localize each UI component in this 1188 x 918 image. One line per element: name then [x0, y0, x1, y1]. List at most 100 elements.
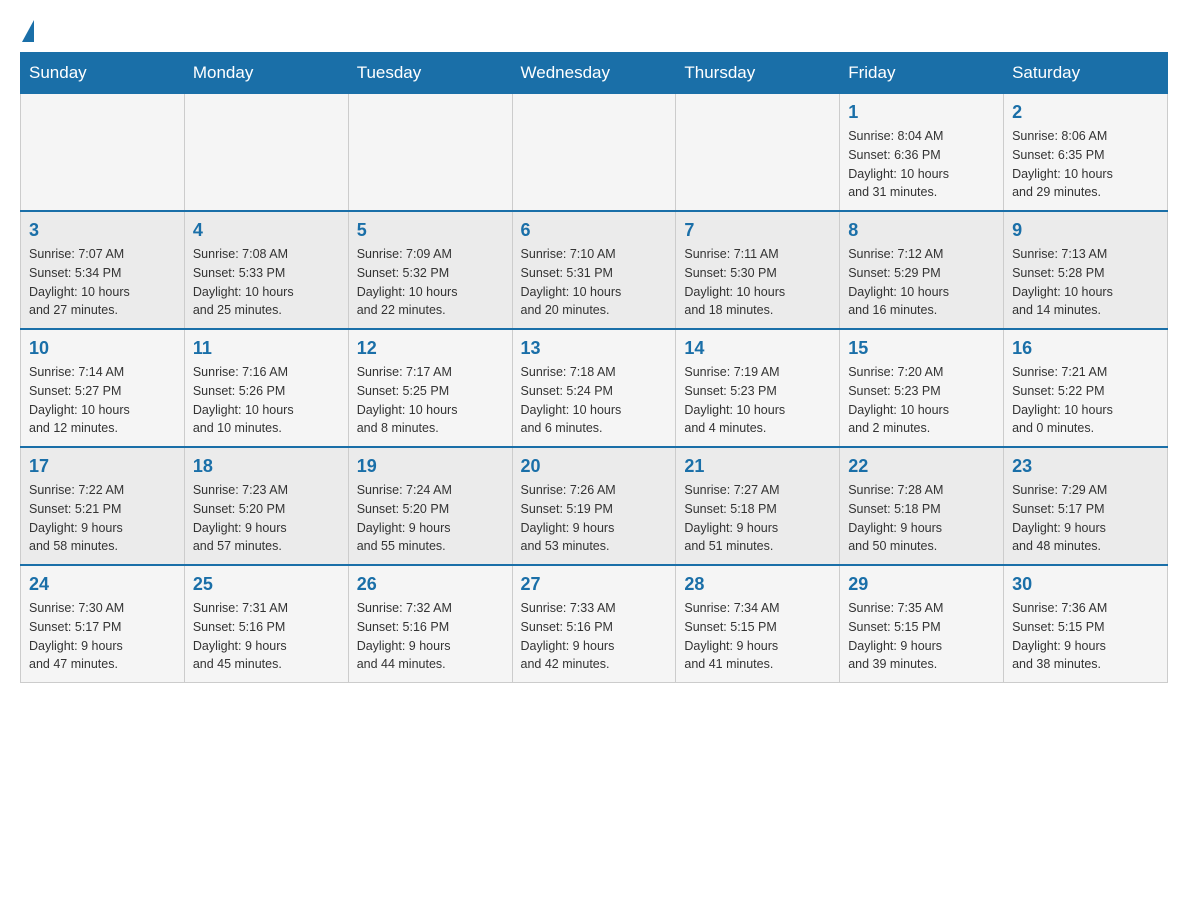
day-info: Sunrise: 7:36 AM Sunset: 5:15 PM Dayligh…: [1012, 599, 1159, 674]
calendar-week-row: 3 Sunrise: 7:07 AM Sunset: 5:34 PM Daylig…: [21, 211, 1168, 329]
calendar-week-row: 24 Sunrise: 7:30 AM Sunset: 5:17 PM Dayli…: [21, 565, 1168, 683]
day-number: 11: [193, 338, 340, 359]
calendar-cell: 29 Sunrise: 7:35 AM Sunset: 5:15 PM Dayli…: [840, 565, 1004, 683]
day-info: Sunrise: 7:10 AM Sunset: 5:31 PM Dayligh…: [521, 245, 668, 320]
calendar-cell: [348, 94, 512, 212]
day-info: Sunrise: 7:20 AM Sunset: 5:23 PM Dayligh…: [848, 363, 995, 438]
day-number: 17: [29, 456, 176, 477]
day-info: Sunrise: 7:24 AM Sunset: 5:20 PM Dayligh…: [357, 481, 504, 556]
day-number: 18: [193, 456, 340, 477]
logo-triangle-icon: [22, 20, 34, 42]
day-info: Sunrise: 7:08 AM Sunset: 5:33 PM Dayligh…: [193, 245, 340, 320]
calendar-cell: 10Sunrise: 7:14 AM Sunset: 5:27 PM Dayli…: [21, 329, 185, 447]
day-info: Sunrise: 7:21 AM Sunset: 5:22 PM Dayligh…: [1012, 363, 1159, 438]
calendar-cell: 1 Sunrise: 8:04 AM Sunset: 6:36 PM Daylig…: [840, 94, 1004, 212]
day-info: Sunrise: 7:18 AM Sunset: 5:24 PM Dayligh…: [521, 363, 668, 438]
weekday-header-monday: Monday: [184, 53, 348, 94]
day-number: 25: [193, 574, 340, 595]
calendar-cell: 2 Sunrise: 8:06 AM Sunset: 6:35 PM Daylig…: [1004, 94, 1168, 212]
day-number: 7: [684, 220, 831, 241]
day-info: Sunrise: 7:32 AM Sunset: 5:16 PM Dayligh…: [357, 599, 504, 674]
day-info: Sunrise: 7:22 AM Sunset: 5:21 PM Dayligh…: [29, 481, 176, 556]
calendar-cell: 14 Sunrise: 7:19 AM Sunset: 5:23 PM Dayli…: [676, 329, 840, 447]
calendar-cell: 21 Sunrise: 7:27 AM Sunset: 5:18 PM Dayli…: [676, 447, 840, 565]
calendar-week-row: 1 Sunrise: 8:04 AM Sunset: 6:36 PM Daylig…: [21, 94, 1168, 212]
day-info: Sunrise: 7:31 AM Sunset: 5:16 PM Dayligh…: [193, 599, 340, 674]
calendar-cell: 6 Sunrise: 7:10 AM Sunset: 5:31 PM Daylig…: [512, 211, 676, 329]
day-info: Sunrise: 7:11 AM Sunset: 5:30 PM Dayligh…: [684, 245, 831, 320]
day-number: 26: [357, 574, 504, 595]
calendar-cell: 8 Sunrise: 7:12 AM Sunset: 5:29 PM Daylig…: [840, 211, 1004, 329]
calendar-cell: 9Sunrise: 7:13 AM Sunset: 5:28 PM Daylig…: [1004, 211, 1168, 329]
calendar-cell: 16 Sunrise: 7:21 AM Sunset: 5:22 PM Dayli…: [1004, 329, 1168, 447]
day-number: 3: [29, 220, 176, 241]
logo: [20, 20, 36, 42]
day-info: Sunrise: 7:13 AM Sunset: 5:28 PM Dayligh…: [1012, 245, 1159, 320]
calendar-cell: 27Sunrise: 7:33 AM Sunset: 5:16 PM Dayli…: [512, 565, 676, 683]
weekday-header-thursday: Thursday: [676, 53, 840, 94]
day-number: 16: [1012, 338, 1159, 359]
day-number: 2: [1012, 102, 1159, 123]
calendar-cell: [512, 94, 676, 212]
calendar-cell: 25 Sunrise: 7:31 AM Sunset: 5:16 PM Dayli…: [184, 565, 348, 683]
weekday-header-row: SundayMondayTuesdayWednesdayThursdayFrid…: [21, 53, 1168, 94]
calendar-cell: 20Sunrise: 7:26 AM Sunset: 5:19 PM Dayli…: [512, 447, 676, 565]
day-info: Sunrise: 7:12 AM Sunset: 5:29 PM Dayligh…: [848, 245, 995, 320]
calendar-cell: 24 Sunrise: 7:30 AM Sunset: 5:17 PM Dayli…: [21, 565, 185, 683]
calendar-cell: [676, 94, 840, 212]
calendar-cell: 22 Sunrise: 7:28 AM Sunset: 5:18 PM Dayli…: [840, 447, 1004, 565]
calendar-cell: 19 Sunrise: 7:24 AM Sunset: 5:20 PM Dayli…: [348, 447, 512, 565]
day-number: 21: [684, 456, 831, 477]
calendar-cell: 3 Sunrise: 7:07 AM Sunset: 5:34 PM Daylig…: [21, 211, 185, 329]
day-number: 12: [357, 338, 504, 359]
day-info: Sunrise: 7:17 AM Sunset: 5:25 PM Dayligh…: [357, 363, 504, 438]
calendar-cell: 30 Sunrise: 7:36 AM Sunset: 5:15 PM Dayli…: [1004, 565, 1168, 683]
day-number: 6: [521, 220, 668, 241]
weekday-header-wednesday: Wednesday: [512, 53, 676, 94]
calendar-cell: [184, 94, 348, 212]
calendar-cell: 28 Sunrise: 7:34 AM Sunset: 5:15 PM Dayli…: [676, 565, 840, 683]
day-number: 29: [848, 574, 995, 595]
weekday-header-sunday: Sunday: [21, 53, 185, 94]
day-number: 1: [848, 102, 995, 123]
page-header: [20, 20, 1168, 42]
calendar-week-row: 17 Sunrise: 7:22 AM Sunset: 5:21 PM Dayli…: [21, 447, 1168, 565]
day-info: Sunrise: 7:28 AM Sunset: 5:18 PM Dayligh…: [848, 481, 995, 556]
day-info: Sunrise: 7:23 AM Sunset: 5:20 PM Dayligh…: [193, 481, 340, 556]
weekday-header-saturday: Saturday: [1004, 53, 1168, 94]
day-number: 13: [521, 338, 668, 359]
day-info: Sunrise: 7:35 AM Sunset: 5:15 PM Dayligh…: [848, 599, 995, 674]
calendar-week-row: 10Sunrise: 7:14 AM Sunset: 5:27 PM Dayli…: [21, 329, 1168, 447]
day-number: 19: [357, 456, 504, 477]
day-info: Sunrise: 7:34 AM Sunset: 5:15 PM Dayligh…: [684, 599, 831, 674]
day-number: 5: [357, 220, 504, 241]
calendar-cell: 5 Sunrise: 7:09 AM Sunset: 5:32 PM Daylig…: [348, 211, 512, 329]
day-number: 20: [521, 456, 668, 477]
day-number: 10: [29, 338, 176, 359]
calendar-cell: 15 Sunrise: 7:20 AM Sunset: 5:23 PM Dayli…: [840, 329, 1004, 447]
day-info: Sunrise: 7:30 AM Sunset: 5:17 PM Dayligh…: [29, 599, 176, 674]
calendar-cell: 11 Sunrise: 7:16 AM Sunset: 5:26 PM Dayli…: [184, 329, 348, 447]
day-number: 22: [848, 456, 995, 477]
day-info: Sunrise: 8:06 AM Sunset: 6:35 PM Dayligh…: [1012, 127, 1159, 202]
calendar-cell: 17 Sunrise: 7:22 AM Sunset: 5:21 PM Dayli…: [21, 447, 185, 565]
day-info: Sunrise: 7:07 AM Sunset: 5:34 PM Dayligh…: [29, 245, 176, 320]
day-number: 4: [193, 220, 340, 241]
day-info: Sunrise: 7:09 AM Sunset: 5:32 PM Dayligh…: [357, 245, 504, 320]
day-info: Sunrise: 7:16 AM Sunset: 5:26 PM Dayligh…: [193, 363, 340, 438]
day-info: Sunrise: 7:19 AM Sunset: 5:23 PM Dayligh…: [684, 363, 831, 438]
day-info: Sunrise: 8:04 AM Sunset: 6:36 PM Dayligh…: [848, 127, 995, 202]
weekday-header-tuesday: Tuesday: [348, 53, 512, 94]
day-info: Sunrise: 7:27 AM Sunset: 5:18 PM Dayligh…: [684, 481, 831, 556]
day-number: 24: [29, 574, 176, 595]
calendar-table: SundayMondayTuesdayWednesdayThursdayFrid…: [20, 52, 1168, 683]
day-number: 28: [684, 574, 831, 595]
day-number: 14: [684, 338, 831, 359]
day-number: 15: [848, 338, 995, 359]
calendar-cell: 12 Sunrise: 7:17 AM Sunset: 5:25 PM Dayli…: [348, 329, 512, 447]
day-number: 23: [1012, 456, 1159, 477]
calendar-cell: [21, 94, 185, 212]
day-number: 8: [848, 220, 995, 241]
calendar-cell: 23Sunrise: 7:29 AM Sunset: 5:17 PM Dayli…: [1004, 447, 1168, 565]
day-number: 30: [1012, 574, 1159, 595]
